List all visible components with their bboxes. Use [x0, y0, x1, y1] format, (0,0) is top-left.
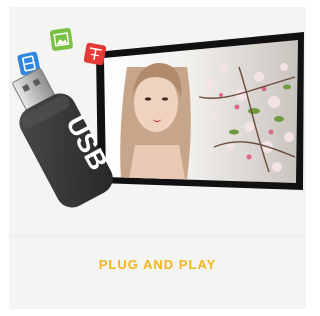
image-icon: [49, 27, 73, 51]
display-screen: [96, 32, 304, 190]
divider: [9, 235, 306, 236]
feature-title: PLUG AND PLAY: [98, 257, 217, 272]
feature-card: USB PLUG AND PLAY: [9, 7, 306, 309]
text-icon: [83, 42, 107, 66]
feature-illustration: USB: [9, 7, 306, 235]
